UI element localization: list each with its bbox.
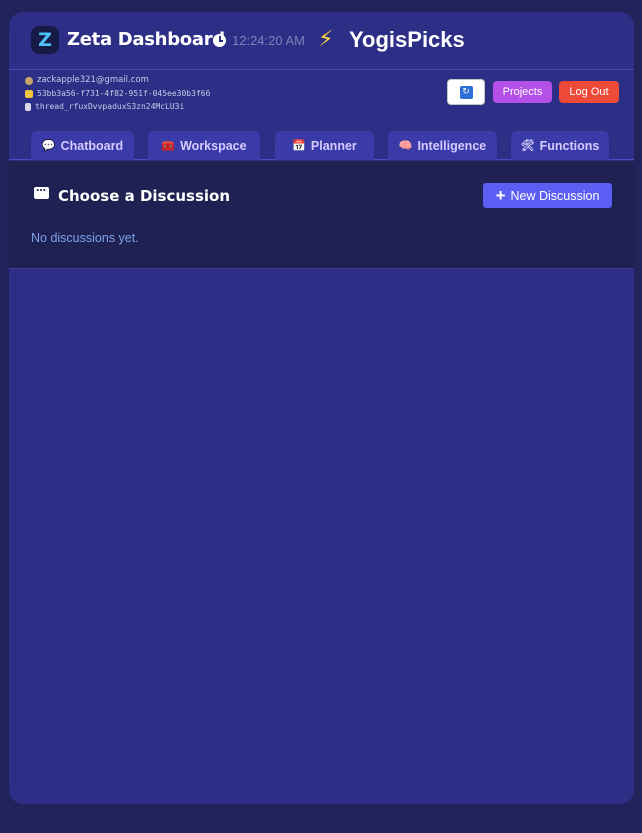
calendar-icon: 📅 <box>292 139 306 152</box>
refresh-button[interactable]: ↻ <box>447 79 485 105</box>
logout-button[interactable]: Log Out <box>559 81 619 103</box>
zeta-logo-icon: Z <box>31 26 59 54</box>
tab-label: Intelligence <box>417 138 487 153</box>
tools-icon: 🛠 <box>520 139 535 152</box>
tab-intelligence[interactable]: 🧠 Intelligence <box>388 131 497 160</box>
app-title: Zeta Dashboard <box>67 29 225 50</box>
tab-chatboard[interactable]: 💬 Chatboard <box>31 131 134 160</box>
empty-state-text: No discussions yet. <box>31 231 139 245</box>
clock-icon <box>213 34 226 47</box>
speech-bubble-icon: 💬 <box>41 139 56 152</box>
user-icon <box>25 76 33 85</box>
user-email-row: zackapple321@gmail.com <box>25 74 210 87</box>
project-id: 53bb3a56-f731-4f82-951f-045ee30b3f66 <box>37 89 211 98</box>
user-email: zackapple321@gmail.com <box>37 75 149 85</box>
new-discussion-button[interactable]: + New Discussion <box>483 183 612 208</box>
tab-planner[interactable]: 📅 Planner <box>275 131 374 160</box>
projects-button[interactable]: Projects <box>493 81 552 103</box>
panel-title: Choose a Discussion <box>58 187 231 205</box>
tab-label: Workspace <box>180 138 247 153</box>
clock-time: 12:24:20 AM <box>232 33 305 48</box>
brain-icon: 🧠 <box>398 139 413 152</box>
tab-label: Chatboard <box>60 138 124 153</box>
project-id-row: 53bb3a56-f731-4f82-951f-045ee30b3f66 <box>25 87 210 100</box>
tab-label: Planner <box>310 138 357 153</box>
spool-icon <box>25 102 31 111</box>
plus-icon: + <box>495 186 506 205</box>
tab-functions[interactable]: 🛠 Functions <box>511 131 609 160</box>
session-info: zackapple321@gmail.com 53bb3a56-f731-4f8… <box>25 74 210 113</box>
tab-label: Functions <box>539 138 600 153</box>
thread-id: thread_rfuxDvvpaduxS3zn24McLU3i <box>35 102 185 111</box>
refresh-icon: ↻ <box>459 85 473 99</box>
new-discussion-label: New Discussion <box>510 188 600 203</box>
discussion-panel: Choose a Discussion + New Discussion No … <box>9 161 634 269</box>
tab-workspace[interactable]: 🧰 Workspace <box>148 131 260 160</box>
folder-icon <box>25 89 33 98</box>
toolbox-icon: 🧰 <box>161 139 176 152</box>
header-bar: Z Zeta Dashboard 12:24:20 AM ⚡ YogisPick… <box>9 12 634 70</box>
tab-bar: 💬 Chatboard 🧰 Workspace 📅 Planner 🧠 Inte… <box>9 131 634 160</box>
dashboard-card: Z Zeta Dashboard 12:24:20 AM ⚡ YogisPick… <box>9 12 634 804</box>
lightning-icon: ⚡ <box>318 27 334 52</box>
brand-name: YogisPicks <box>349 27 465 52</box>
thread-id-row: thread_rfuxDvvpaduxS3zn24McLU3i <box>25 100 210 113</box>
speech-bubble-icon <box>34 183 49 199</box>
